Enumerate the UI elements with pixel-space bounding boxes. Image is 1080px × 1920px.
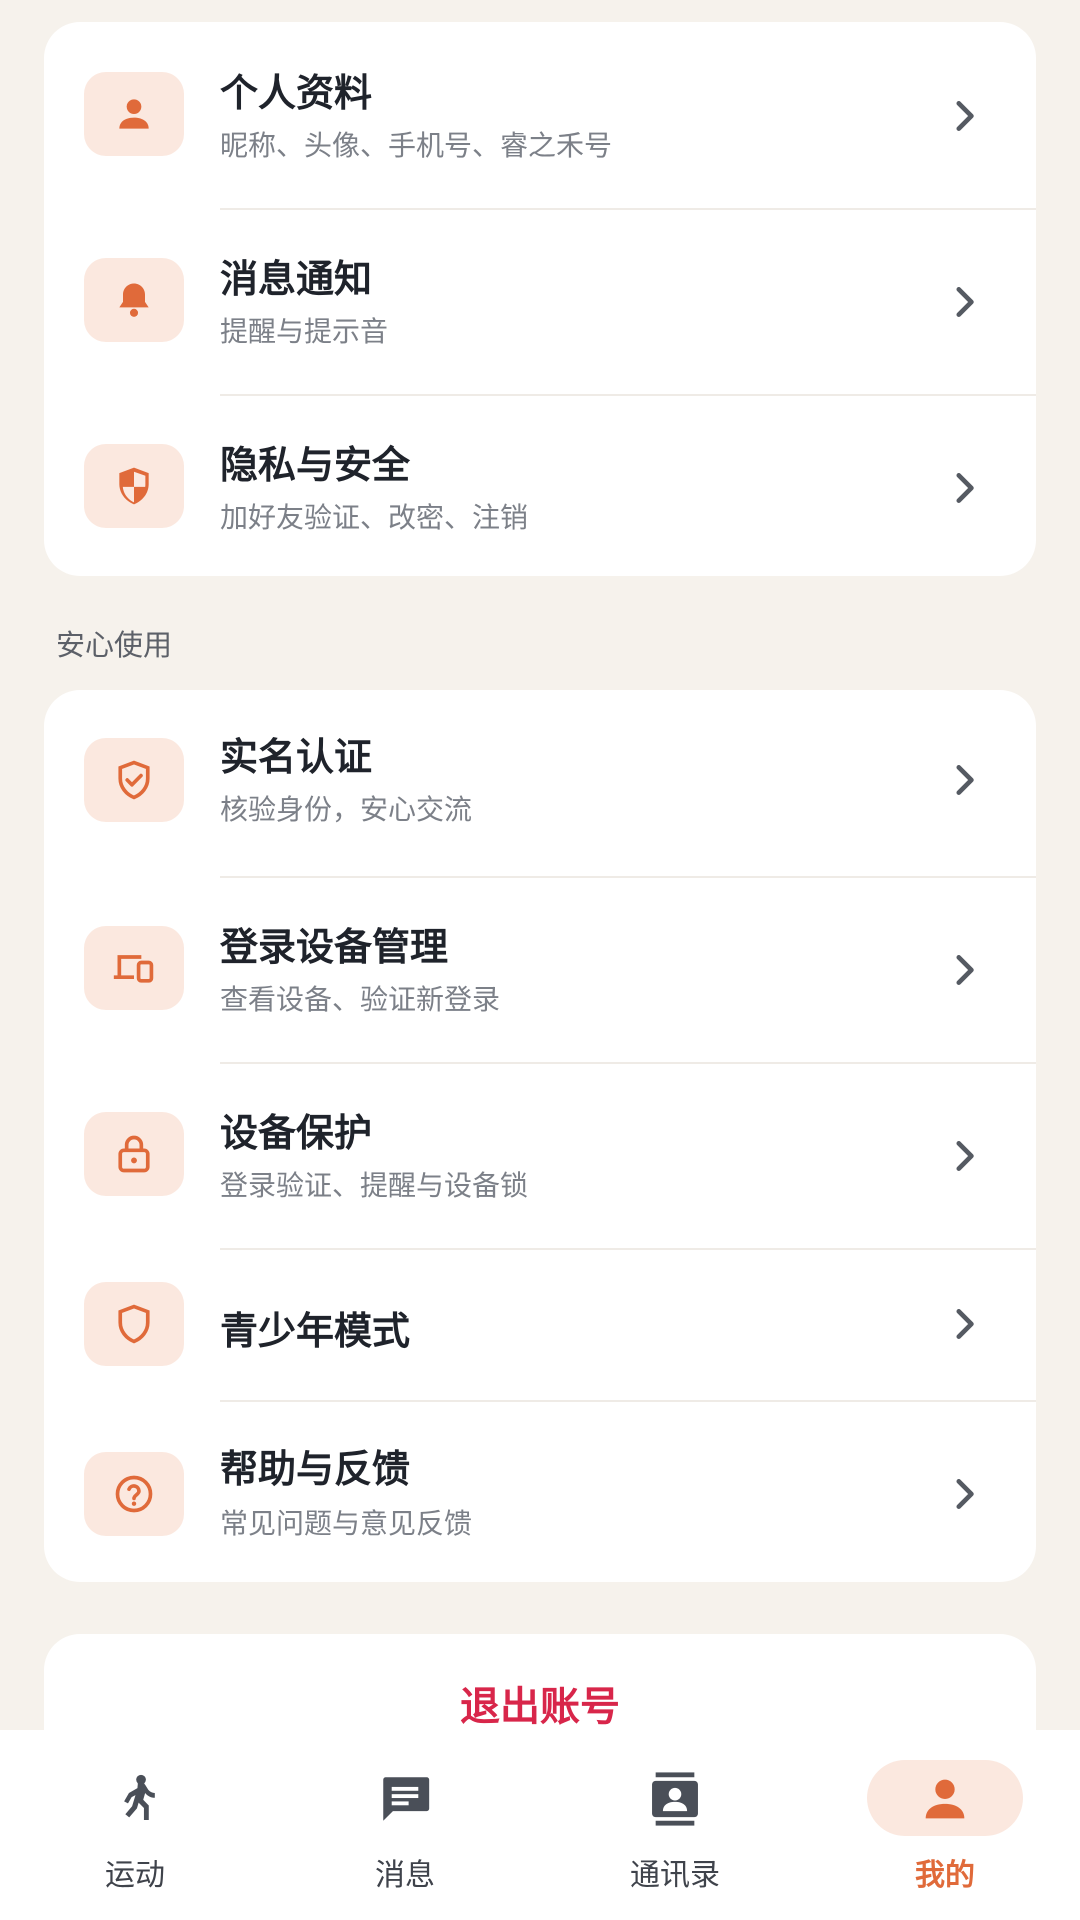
row-divider bbox=[220, 876, 1036, 878]
notifications-icon-box bbox=[84, 258, 184, 342]
nav-item-contacts[interactable]: 通讯录 bbox=[540, 1730, 810, 1920]
logout-button[interactable]: 退出账号 bbox=[44, 1674, 1036, 1732]
settings-row-notifications[interactable]: 消息通知 提醒与提示音 bbox=[44, 208, 1036, 394]
row-divider bbox=[220, 1062, 1036, 1064]
nav-item-me[interactable]: 我的 bbox=[810, 1730, 1080, 1920]
nav-label-sport: 运动 bbox=[105, 1858, 165, 1893]
row-divider bbox=[220, 1400, 1036, 1402]
chevron-right-icon bbox=[956, 1309, 974, 1339]
lock-icon bbox=[118, 1135, 150, 1173]
chevron-right-icon bbox=[956, 1141, 974, 1171]
nav-label-contacts: 通讯录 bbox=[630, 1858, 720, 1893]
privacy-title: 隐私与安全 bbox=[220, 443, 411, 487]
profile-icon-box bbox=[84, 72, 184, 156]
account-settings-card: 个人资料 昵称、头像、手机号、睿之禾号 消息通知 提醒与提示音 隐私与安全 加好… bbox=[44, 22, 1036, 576]
chevron-right-icon bbox=[956, 1479, 974, 1509]
settings-row-teen-mode[interactable]: 青少年模式 bbox=[44, 1248, 1036, 1400]
help-circle-icon bbox=[115, 1475, 153, 1513]
devices-icon bbox=[113, 955, 154, 983]
chevron-right-icon bbox=[956, 287, 974, 317]
chevron-right-icon bbox=[956, 765, 974, 795]
safe-use-card: 实名认证 核验身份，安心交流 登录设备管理 查看设备、验证新登录 设备保护 登录… bbox=[44, 690, 1036, 1582]
settings-screen: 个人资料 昵称、头像、手机号、睿之禾号 消息通知 提醒与提示音 隐私与安全 加好… bbox=[0, 0, 1080, 1920]
bell-icon bbox=[119, 283, 149, 317]
login-devices-title: 登录设备管理 bbox=[220, 925, 449, 969]
privacy-icon-box bbox=[84, 444, 184, 528]
running-icon bbox=[124, 1774, 155, 1821]
shield-outline-icon bbox=[118, 1304, 150, 1344]
device-protection-icon-box bbox=[84, 1112, 184, 1196]
privacy-subtitle: 加好友验证、改密、注销 bbox=[220, 501, 529, 534]
notifications-subtitle: 提醒与提示音 bbox=[220, 315, 389, 348]
settings-row-device-protection[interactable]: 设备保护 登录验证、提醒与设备锁 bbox=[44, 1062, 1036, 1248]
chevron-right-icon bbox=[956, 955, 974, 985]
settings-row-login-devices[interactable]: 登录设备管理 查看设备、验证新登录 bbox=[44, 876, 1036, 1062]
nav-label-me: 我的 bbox=[915, 1858, 975, 1893]
help-feedback-title: 帮助与反馈 bbox=[220, 1447, 411, 1491]
nav-label-messages: 消息 bbox=[375, 1858, 435, 1893]
shield-half-icon bbox=[119, 467, 149, 505]
row-divider bbox=[220, 208, 1036, 210]
profile-title: 个人资料 bbox=[220, 71, 373, 115]
settings-row-privacy[interactable]: 隐私与安全 加好友验证、改密、注销 bbox=[44, 394, 1036, 576]
settings-row-profile[interactable]: 个人资料 昵称、头像、手机号、睿之禾号 bbox=[44, 22, 1036, 208]
nav-item-sport[interactable]: 运动 bbox=[0, 1730, 270, 1920]
settings-row-real-name[interactable]: 实名认证 核验身份，安心交流 bbox=[44, 690, 1036, 876]
row-divider bbox=[220, 394, 1036, 396]
message-icon bbox=[383, 1777, 430, 1821]
help-feedback-subtitle: 常见问题与意见反馈 bbox=[220, 1507, 473, 1540]
shield-check-icon bbox=[118, 760, 150, 800]
notifications-title: 消息通知 bbox=[220, 257, 373, 301]
person-icon bbox=[119, 99, 149, 129]
settings-row-help-feedback[interactable]: 帮助与反馈 常见问题与意见反馈 bbox=[44, 1400, 1036, 1582]
login-devices-icon-box bbox=[84, 926, 184, 1010]
nav-item-messages[interactable]: 消息 bbox=[270, 1730, 540, 1920]
login-devices-subtitle: 查看设备、验证新登录 bbox=[220, 983, 501, 1016]
real-name-title: 实名认证 bbox=[220, 735, 373, 779]
bottom-nav: 运动 消息 通讯录 我的 bbox=[0, 1730, 1080, 1920]
contacts-icon bbox=[652, 1772, 698, 1826]
section-label-safe-use: 安心使用 bbox=[56, 628, 173, 662]
teen-mode-icon-box bbox=[84, 1282, 184, 1366]
chevron-right-icon bbox=[956, 473, 974, 503]
row-divider bbox=[220, 1248, 1036, 1250]
teen-mode-title: 青少年模式 bbox=[220, 1309, 411, 1353]
device-protection-title: 设备保护 bbox=[220, 1111, 373, 1155]
chevron-right-icon bbox=[956, 101, 974, 131]
real-name-subtitle: 核验身份，安心交流 bbox=[220, 793, 473, 826]
person-icon bbox=[925, 1779, 965, 1819]
real-name-icon-box bbox=[84, 738, 184, 822]
device-protection-subtitle: 登录验证、提醒与设备锁 bbox=[220, 1169, 529, 1202]
help-feedback-icon-box bbox=[84, 1452, 184, 1536]
profile-subtitle: 昵称、头像、手机号、睿之禾号 bbox=[220, 129, 613, 162]
